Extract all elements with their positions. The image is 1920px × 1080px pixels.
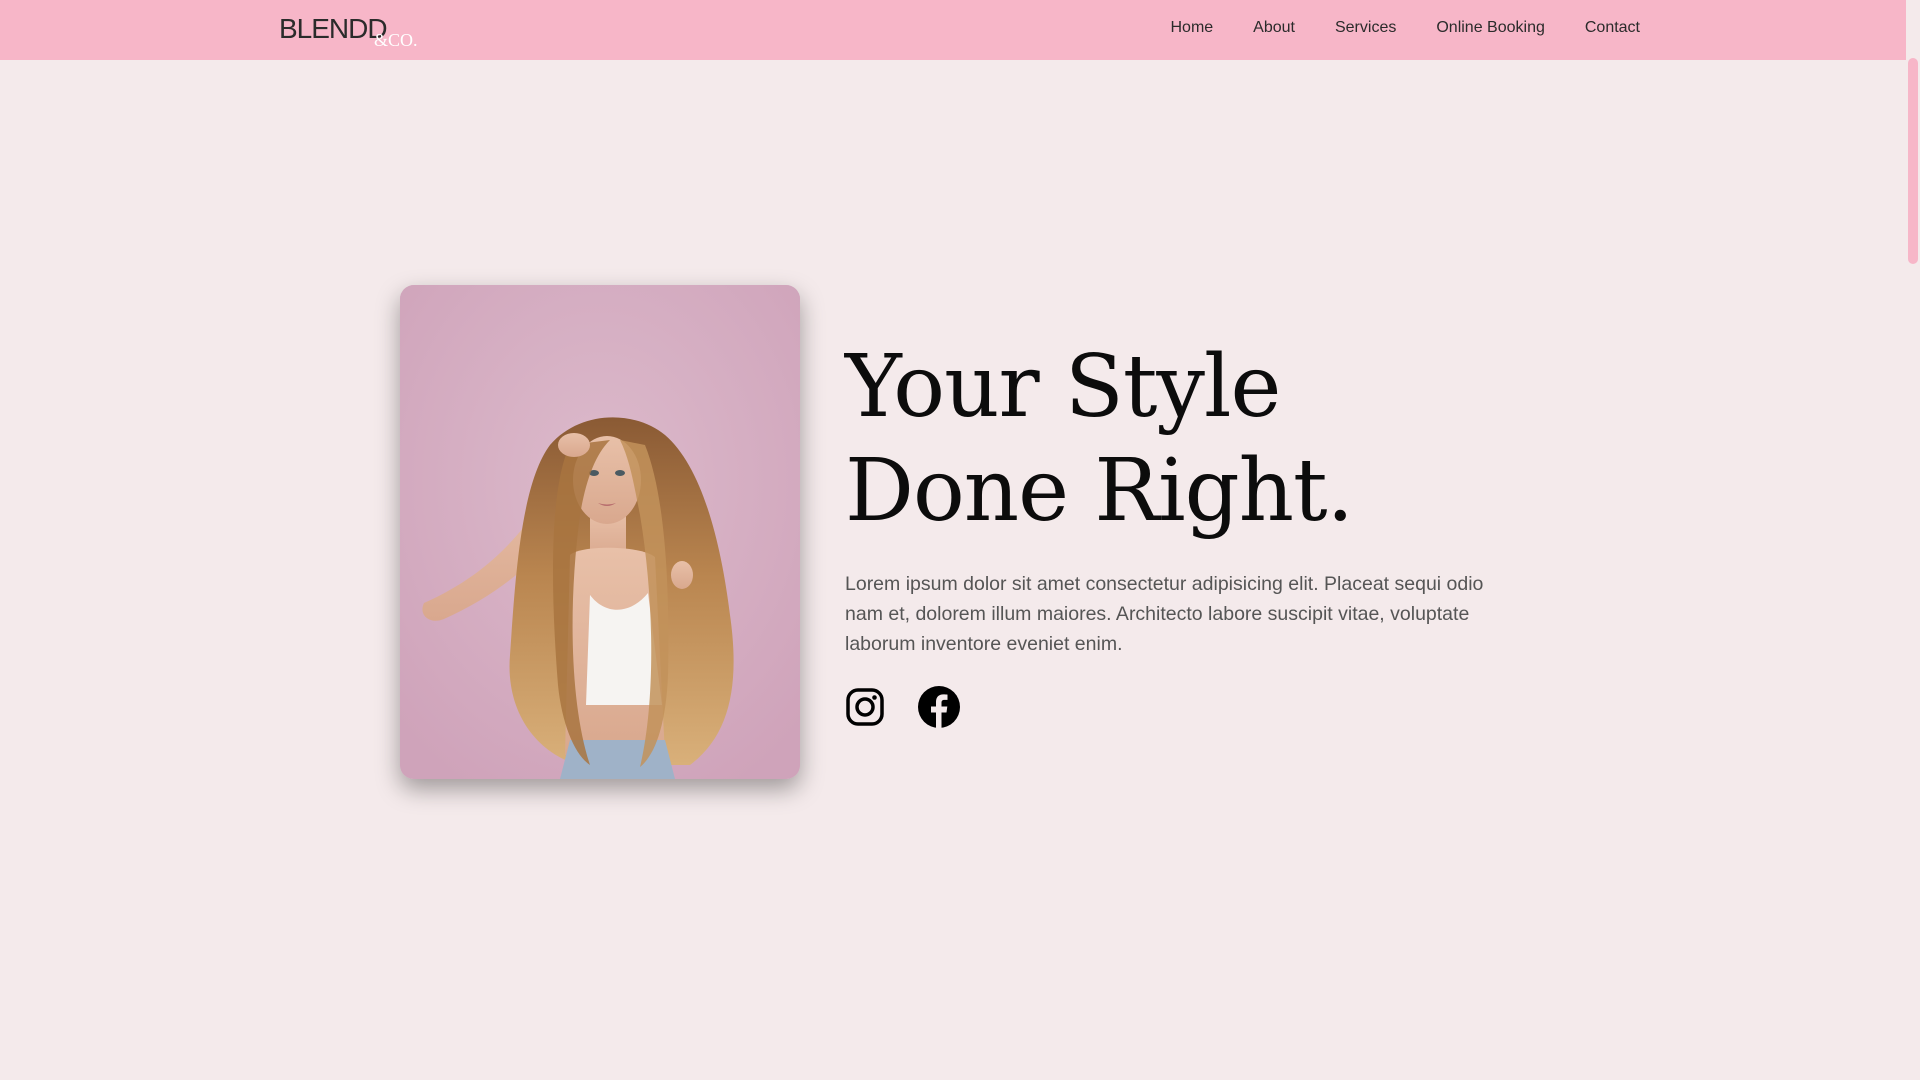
instagram-icon — [846, 688, 884, 726]
nav-link-about[interactable]: About — [1253, 19, 1295, 37]
hero-content: Your Style Done Right. Lorem ipsum dolor… — [845, 335, 1545, 729]
hero-description: Lorem ipsum dolor sit amet consectetur a… — [845, 573, 1484, 655]
facebook-link[interactable] — [917, 685, 961, 729]
brand-logo[interactable]: BLENDD &CO. — [279, 12, 439, 52]
nav-link-online-booking[interactable]: Online Booking — [1436, 19, 1545, 37]
hero-title-line-2: Done Right. — [845, 441, 1354, 541]
facebook-icon — [918, 686, 960, 729]
nav-link-contact[interactable]: Contact — [1585, 19, 1640, 37]
instagram-link[interactable] — [845, 687, 885, 727]
scrollbar-thumb[interactable] — [1908, 58, 1918, 264]
woman-portrait-illustration — [400, 285, 800, 779]
social-links — [845, 685, 1545, 729]
main-nav: Home About Services Online Booking Conta… — [1170, 0, 1640, 56]
logo-sub-text: &CO. — [374, 30, 418, 50]
hero-photo — [400, 285, 800, 779]
navbar: BLENDD &CO. Home About Services Online B… — [0, 0, 1906, 60]
hero-title-line-1: Your Style — [845, 337, 1281, 437]
hero-title: Your Style Done Right. — [845, 335, 1545, 543]
logo-main-text: BLENDD — [279, 13, 388, 44]
page-scrollbar[interactable] — [1906, 0, 1920, 1080]
nav-link-services[interactable]: Services — [1335, 19, 1396, 37]
nav-link-home[interactable]: Home — [1170, 19, 1213, 37]
